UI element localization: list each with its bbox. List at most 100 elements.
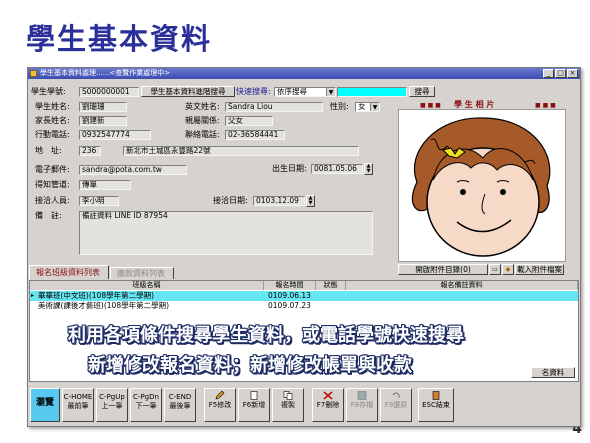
row-register-time: 0109.07.23 [268,301,311,310]
previous-record-label: 上一筆 [101,402,123,410]
tab-payments[interactable]: 繳款資料列表 [110,267,174,279]
first-record-key: C-HOME [63,393,93,401]
undo-button[interactable]: F9還原 [380,388,412,422]
last-record-button[interactable]: C-END 最後筆 [164,388,196,422]
caption-line-1: 利用各項條件搜尋學生資料，或電話學號快速搜尋 [68,325,464,346]
birthday-field[interactable]: 0081.05.06 [311,164,363,174]
quick-search-select[interactable]: 依序搜尋 ▼ [274,87,336,97]
contact-date-field[interactable]: 0103.12.09 [253,196,305,206]
window-title: 學生基本資料處理......<查覽作業處理中> [40,69,171,77]
parent-label: 家長姓名: [35,116,70,125]
parent-field[interactable]: 劉建新 [79,116,127,126]
quick-search-label: 快速搜尋: [236,87,271,96]
edit-label: F5修改 [208,401,232,409]
add-button[interactable]: F6新增 [238,388,270,422]
app-icon [30,70,37,77]
address-field[interactable]: 新北市土城區永豐路22號 [123,146,359,156]
column-header-class-name[interactable]: 班級名稱 [30,281,264,290]
chevron-down-icon[interactable]: ▼ [370,103,379,111]
last-record-label: 最後筆 [169,402,191,410]
exit-button[interactable]: ESC結束 [418,388,454,422]
advanced-search-button[interactable]: 學生基本資料進階搜尋 [141,86,235,97]
student-photo [398,109,566,262]
pencil-icon [215,391,225,400]
row-class-name: 華華班(中文班)(108學年第二學期) [38,291,155,300]
previous-record-button[interactable]: C-PgUp 上一筆 [96,388,128,422]
copy-icon [283,391,293,400]
minimize-button[interactable]: _ [543,69,554,78]
student-id-field[interactable]: S000000001 [79,87,139,97]
delete-icon [323,391,333,400]
app-window: 學生基本資料處理......<查覽作業處理中> _ □ × 學生學號: S000… [27,67,581,427]
staff-field[interactable]: 李小明 [79,196,119,206]
tab-payments-label: 繳款資料列表 [117,269,165,278]
zip-field[interactable]: 236 [79,146,101,156]
add-label: F6新增 [242,401,266,409]
column-header-status[interactable]: 狀態 [316,281,346,290]
contact-date-spinner[interactable]: ▲ ▼ [306,195,315,207]
save-icon [357,391,367,400]
title-bar: 學生基本資料處理......<查覽作業處理中> _ □ × [28,68,580,79]
undo-icon [392,392,400,398]
relation-field[interactable]: 父女 [225,116,273,126]
table-row[interactable]: 美術課(課後才藝班)(108學年第二學期) 0109.07.23 [30,301,578,311]
browse-button[interactable]: 瀏覽 [30,388,60,422]
row-pointer-icon: ▸ [31,292,35,299]
load-attachment-button[interactable]: 載入附件檔案 [515,264,564,275]
column-header-register-time[interactable]: 報名時間 [264,281,316,290]
birthday-spinner[interactable]: ▲ ▼ [364,163,373,175]
exit-door-icon [432,391,440,400]
address-label: 地 址: [35,146,62,155]
edit-button[interactable]: F5修改 [204,388,236,422]
tab-registered-classes[interactable]: 報名班級資料列表 [29,265,109,279]
phone-label: 聯絡電話: [185,130,220,139]
first-record-label: 最前筆 [67,402,89,410]
source-label: 得知管道: [35,180,70,189]
last-record-key: C-END [168,393,192,401]
slide-title: 學生基本資料 [26,22,213,56]
search-button[interactable]: 搜尋 [409,86,435,97]
name-label: 學生姓名: [35,102,70,111]
source-field[interactable]: 傳單 [79,180,131,190]
mobile-label: 行動電話: [35,130,70,139]
next-record-key: C-PgDn [133,393,159,401]
delete-label: F7刪除 [316,401,340,409]
delete-button[interactable]: F7刪除 [312,388,344,422]
email-label: 電子郵件: [35,165,70,174]
chevron-down-icon[interactable]: ▼ [326,88,335,96]
maximize-button[interactable]: □ [555,69,566,78]
en-name-label: 英文姓名: [185,102,220,111]
staff-label: 接洽人員: [35,196,70,205]
phone-field[interactable]: 02-36584441 [225,130,285,140]
email-field[interactable]: sandra@pota.com.tw [79,165,187,175]
copy-button[interactable]: 複製 [272,388,304,422]
save-button[interactable]: F8存檔 [346,388,378,422]
column-header-note[interactable]: 報名備註資料 [346,281,578,290]
caption-line-2: 新增修改報名資料；新增修改帳單與收款 [88,355,412,376]
en-name-field[interactable]: Sandra Liou [225,102,323,112]
contact-date-label: 接洽日期: [213,196,248,205]
next-record-label: 下一筆 [135,402,157,410]
quick-search-input[interactable] [337,87,407,97]
birthday-label: 出生日期: [272,164,307,173]
mobile-field[interactable]: 0932547774 [79,130,151,140]
name-field[interactable]: 劉珊珊 [79,102,127,112]
save-label: F8存檔 [350,401,374,409]
tab-registered-classes-label: 報名班級資料列表 [36,268,100,277]
browse-label: 瀏覽 [35,398,54,408]
gender-select[interactable]: 女 ▼ [355,102,380,112]
folder-icon[interactable]: ▭ [489,264,501,275]
next-record-button[interactable]: C-PgDn 下一筆 [130,388,162,422]
note-label: 備 註: [35,211,62,220]
edit-registration-button[interactable]: 名資料 [531,367,575,378]
close-button[interactable]: × [567,69,578,78]
table-row[interactable]: ▸ 華華班(中文班)(108學年第二學期) 0109.06.13 [30,291,578,301]
first-record-button[interactable]: C-HOME 最前筆 [62,388,94,422]
row-register-time: 0109.06.13 [268,291,311,300]
quick-search-value: 依序搜尋 [277,87,307,96]
load-file-icon[interactable]: ◆ [502,264,514,275]
attachment-catalog-button[interactable]: 開啟附件目錄(0) [398,264,488,275]
note-textarea[interactable]: 備註資料 LINE ID 87954 [79,211,373,255]
gender-label: 性別: [330,102,349,111]
exit-label: ESC結束 [422,401,450,409]
